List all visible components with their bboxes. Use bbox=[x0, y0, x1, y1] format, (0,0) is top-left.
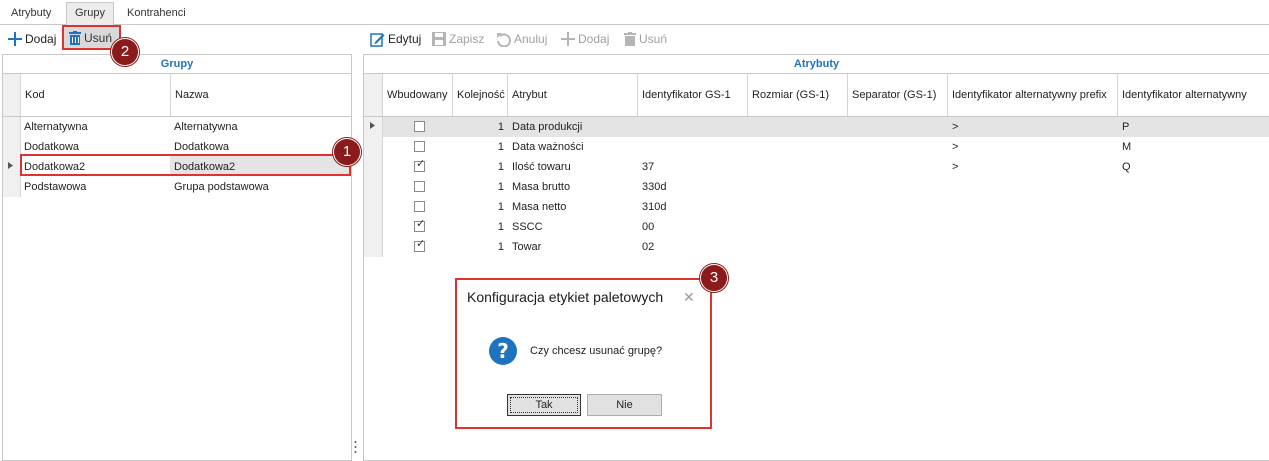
cancel-button[interactable]: Anuluj bbox=[496, 28, 547, 50]
step-badge-3: 3 bbox=[700, 264, 728, 292]
attribute-cell-atrybut[interactable]: Data produkcji bbox=[512, 117, 582, 137]
attribute-cell-alt[interactable]: M bbox=[1122, 137, 1131, 157]
dialog-title: Konfiguracja etykiet paletowych bbox=[467, 289, 664, 305]
save-icon bbox=[432, 32, 446, 46]
column-header-gs1[interactable]: Identyfikator GS-1 bbox=[638, 74, 748, 116]
delete-attribute-button[interactable]: Usuń bbox=[624, 28, 667, 50]
add-attribute-label: Dodaj bbox=[578, 32, 610, 46]
row-indicator-header bbox=[364, 74, 383, 116]
attribute-cell-atrybut[interactable]: Masa netto bbox=[512, 197, 566, 217]
attribute-cell-alt-prefix[interactable]: > bbox=[952, 157, 958, 177]
group-row-3-kod[interactable]: Podstawowa bbox=[24, 177, 86, 197]
plus-icon bbox=[561, 32, 575, 46]
svg-text:?: ? bbox=[497, 339, 509, 363]
delete-attribute-label: Usuń bbox=[639, 32, 668, 46]
attribute-cell-atrybut[interactable]: Data ważności bbox=[512, 137, 584, 157]
attribute-cell-gs1[interactable]: 330d bbox=[642, 177, 666, 197]
group-row-0-nazwa[interactable]: Alternatywna bbox=[174, 117, 238, 137]
groups-header-row: Kod Nazwa bbox=[3, 74, 351, 117]
edit-button[interactable]: Edytuj bbox=[370, 28, 421, 50]
column-header-alt-prefix[interactable]: Identyfikator alternatywny prefix bbox=[948, 74, 1118, 116]
add-group-label: Dodaj bbox=[25, 32, 57, 46]
current-row-arrow-icon bbox=[8, 160, 13, 172]
attributes-panel-title: Atrybuty bbox=[364, 55, 1269, 74]
attribute-cell-kolejnosc[interactable]: 1 bbox=[453, 157, 504, 177]
attribute-cell-atrybut[interactable]: Masa brutto bbox=[512, 177, 570, 197]
attribute-cell-alt-prefix[interactable]: > bbox=[952, 117, 958, 137]
cancel-label: Anuluj bbox=[514, 32, 548, 46]
question-icon: ? bbox=[488, 336, 518, 369]
confirm-dialog: Konfiguracja etykiet paletowych ✕ ? Czy … bbox=[455, 278, 712, 429]
groups-panel: Grupy Kod Nazwa Alternatywna Alternatywn… bbox=[2, 54, 352, 461]
column-header-nazwa[interactable]: Nazwa bbox=[171, 74, 351, 116]
step-badge-2: 2 bbox=[111, 38, 139, 66]
tab-grupy[interactable]: Grupy bbox=[66, 2, 114, 25]
attribute-cell-atrybut[interactable]: Ilość towaru bbox=[512, 157, 571, 177]
save-button[interactable]: Zapisz bbox=[432, 28, 484, 50]
trash-icon bbox=[69, 31, 81, 45]
splitter-grip-icon[interactable] bbox=[354, 440, 357, 454]
tab-atrybuty[interactable]: Atrybuty bbox=[3, 3, 59, 23]
dialog-message: Czy chcesz usunać grupę? bbox=[530, 345, 663, 357]
add-attribute-button[interactable]: Dodaj bbox=[561, 28, 609, 50]
wbudowany-checkbox[interactable] bbox=[414, 121, 425, 132]
attribute-cell-kolejnosc[interactable]: 1 bbox=[453, 117, 504, 137]
attribute-cell-gs1[interactable]: 02 bbox=[642, 237, 654, 257]
edit-label: Edytuj bbox=[388, 32, 422, 46]
attribute-cell-alt[interactable]: Q bbox=[1122, 157, 1131, 177]
column-header-separator[interactable]: Separator (GS-1) bbox=[848, 74, 948, 116]
close-icon[interactable]: ✕ bbox=[683, 289, 695, 306]
row-indicator-column bbox=[364, 117, 383, 257]
column-header-wbudowany[interactable]: Wbudowany bbox=[383, 74, 453, 116]
attribute-cell-gs1[interactable]: 310d bbox=[642, 197, 666, 217]
step-badge-1: 1 bbox=[333, 138, 361, 166]
wbudowany-checkbox[interactable] bbox=[414, 201, 425, 212]
edit-icon bbox=[370, 32, 385, 47]
attribute-cell-kolejnosc[interactable]: 1 bbox=[453, 217, 504, 237]
wbudowany-checkbox[interactable] bbox=[414, 141, 425, 152]
wbudowany-checkbox[interactable] bbox=[414, 157, 425, 172]
attribute-cell-gs1[interactable]: 37 bbox=[642, 157, 654, 177]
plus-icon bbox=[8, 32, 22, 46]
column-header-atrybut[interactable]: Atrybut bbox=[508, 74, 638, 116]
attributes-header-row: Wbudowany Kolejność Atrybut Identyfikato… bbox=[364, 74, 1269, 117]
wbudowany-checkbox[interactable] bbox=[414, 237, 425, 252]
attribute-cell-alt[interactable]: P bbox=[1122, 117, 1129, 137]
add-group-button[interactable]: Dodaj bbox=[8, 28, 56, 50]
selected-row-highlight bbox=[20, 154, 351, 176]
attribute-cell-kolejnosc[interactable]: 1 bbox=[453, 177, 504, 197]
column-header-kolejnosc[interactable]: Kolejność bbox=[453, 74, 508, 116]
column-header-rozmiar[interactable]: Rozmiar (GS-1) bbox=[748, 74, 848, 116]
attribute-cell-kolejnosc[interactable]: 1 bbox=[453, 197, 504, 217]
delete-group-button[interactable]: Usuń bbox=[69, 27, 112, 49]
tab-kontrahenci[interactable]: Kontrahenci bbox=[119, 3, 194, 23]
column-header-kod[interactable]: Kod bbox=[21, 74, 171, 116]
wbudowany-checkbox[interactable] bbox=[414, 217, 425, 232]
undo-icon bbox=[496, 32, 511, 47]
row-indicator-header bbox=[3, 74, 21, 116]
save-label: Zapisz bbox=[449, 32, 485, 46]
column-header-alt[interactable]: Identyfikator alternatywny bbox=[1118, 74, 1269, 116]
attribute-cell-gs1[interactable]: 00 bbox=[642, 217, 654, 237]
groups-panel-title: Grupy bbox=[3, 55, 351, 74]
no-button[interactable]: Nie bbox=[587, 394, 662, 416]
group-row-3-nazwa[interactable]: Grupa podstawowa bbox=[174, 177, 269, 197]
row-indicator-column bbox=[3, 117, 21, 197]
attribute-cell-kolejnosc[interactable]: 1 bbox=[453, 237, 504, 257]
current-row-arrow-icon bbox=[370, 120, 375, 132]
yes-button[interactable]: Tak bbox=[507, 394, 581, 416]
attribute-cell-atrybut[interactable]: SSCC bbox=[512, 217, 543, 237]
attribute-cell-alt-prefix[interactable]: > bbox=[952, 137, 958, 157]
group-row-0-kod[interactable]: Alternatywna bbox=[24, 117, 88, 137]
attribute-cell-atrybut[interactable]: Towar bbox=[512, 237, 541, 257]
attribute-cell-kolejnosc[interactable]: 1 bbox=[453, 137, 504, 157]
trash-icon bbox=[624, 32, 636, 46]
delete-group-label: Usuń bbox=[84, 31, 113, 45]
wbudowany-checkbox[interactable] bbox=[414, 181, 425, 192]
